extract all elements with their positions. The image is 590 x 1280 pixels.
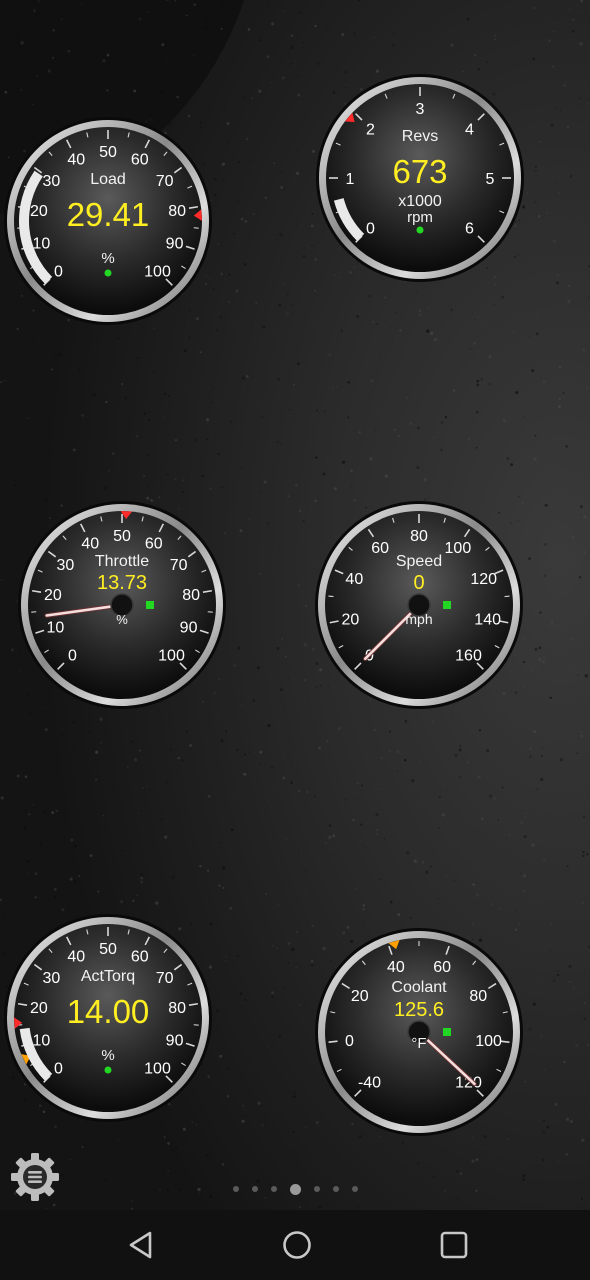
- gauge-scale-label: 50: [99, 941, 117, 958]
- speed-gauge-unit: mph: [405, 611, 433, 627]
- page-dot[interactable]: [270, 1186, 277, 1192]
- speed-gauge-value: 0: [413, 572, 425, 594]
- gauge-scale-label: 0: [68, 647, 77, 664]
- page-dot[interactable]: [232, 1186, 239, 1192]
- system-nav-bar: [0, 1210, 590, 1280]
- gauge-scale-label: 50: [113, 528, 131, 545]
- gauge-scale-label: 100: [158, 647, 185, 664]
- gauge-scale-label: 40: [81, 536, 99, 553]
- recents-square-icon: [440, 1231, 468, 1259]
- gauge-scale-label: -40: [358, 1074, 381, 1091]
- home-button[interactable]: [277, 1225, 317, 1265]
- gauge-scale-label: 40: [67, 949, 85, 966]
- gauge-scale-label: 60: [433, 959, 451, 976]
- load-gauge-value: 29.41: [66, 196, 150, 233]
- load-gauge-label: Load: [90, 171, 126, 188]
- coolant-gauge-unit: °F: [411, 1035, 427, 1052]
- gauge-scale-label: 60: [131, 949, 149, 966]
- coolant-gauge-dial: -4002040 6080100120: [315, 928, 523, 1136]
- gauge-scale-label: 50: [99, 144, 117, 161]
- coolant-gauge-value: 125.6: [393, 999, 445, 1021]
- back-button[interactable]: [121, 1225, 161, 1265]
- coolant-gauge-label: Coolant: [391, 979, 447, 996]
- gauge-status-indicator: [104, 269, 112, 277]
- acttorq-gauge-value: 14.00: [66, 993, 150, 1030]
- page-dot[interactable]: [351, 1186, 358, 1192]
- home-circle-icon: [283, 1231, 311, 1259]
- speed-gauge[interactable]: 020406080100120140160 Speed 0 mph: [314, 500, 524, 710]
- load-gauge[interactable]: 0 10 20 30 40 50 60 70 80 90 100 Load 29.41 %: [3, 116, 213, 326]
- page-dot[interactable]: [289, 1183, 301, 1195]
- coolant-gauge[interactable]: -40 0 20 40 60 80 100 120 Coolant 125.6 °F: [314, 927, 524, 1137]
- revs-gauge-unit: rpm: [407, 209, 433, 226]
- speed-gauge-dial: 020406080100120140160: [315, 501, 523, 709]
- dashboard-screen: 0 10 20 30 40 50 60 70 80 90 100 Load 29.41 % 0123…: [0, 0, 590, 1280]
- gauge-scale-label: 60: [131, 152, 149, 169]
- gauge-scale-label: 80: [410, 528, 428, 545]
- page-dot[interactable]: [251, 1186, 258, 1192]
- revs-gauge[interactable]: 0123456 Revs 673 x1000 rpm: [315, 73, 525, 283]
- gauge-status-indicator: [443, 601, 451, 609]
- gauge-scale-label: 3: [416, 101, 425, 118]
- gauge-status-indicator: [416, 226, 424, 234]
- throttle-gauge-value: 13.73: [96, 572, 148, 594]
- acttorq-gauge[interactable]: 0 10 20 30 40 50 60 70 80 90 100 ActTorq 14.00 %: [3, 913, 213, 1123]
- speed-gauge-label: Speed: [395, 553, 443, 570]
- acttorq-gauge-unit: %: [101, 1047, 115, 1064]
- gauge-scale-label: 40: [67, 152, 85, 169]
- gauge-status-indicator: [146, 601, 154, 609]
- gauge-scale-label: 160: [455, 647, 482, 664]
- page-dot[interactable]: [332, 1186, 339, 1192]
- back-triangle-icon: [129, 1231, 152, 1259]
- load-gauge-unit: %: [101, 250, 115, 267]
- throttle-gauge[interactable]: 0 10 20 30 40 50 60 70 80 90 100 Throttle 13.73 %: [17, 500, 227, 710]
- page-dot[interactable]: [313, 1186, 320, 1192]
- gauge-scale-label: 40: [387, 959, 405, 976]
- revs-gauge-value: 673: [392, 153, 448, 190]
- acttorq-gauge-label: ActTorq: [80, 968, 136, 985]
- throttle-gauge-dial: 010203040 50 60708090100: [18, 501, 226, 709]
- gauge-status-indicator: [104, 1066, 112, 1074]
- recents-button[interactable]: [434, 1225, 474, 1265]
- revs-gauge-label: Revs: [401, 128, 439, 145]
- throttle-gauge-label: Throttle: [94, 553, 150, 570]
- page-indicator[interactable]: [0, 1182, 590, 1196]
- throttle-gauge-unit: %: [116, 612, 128, 627]
- gauge-scale-label: 60: [145, 536, 163, 553]
